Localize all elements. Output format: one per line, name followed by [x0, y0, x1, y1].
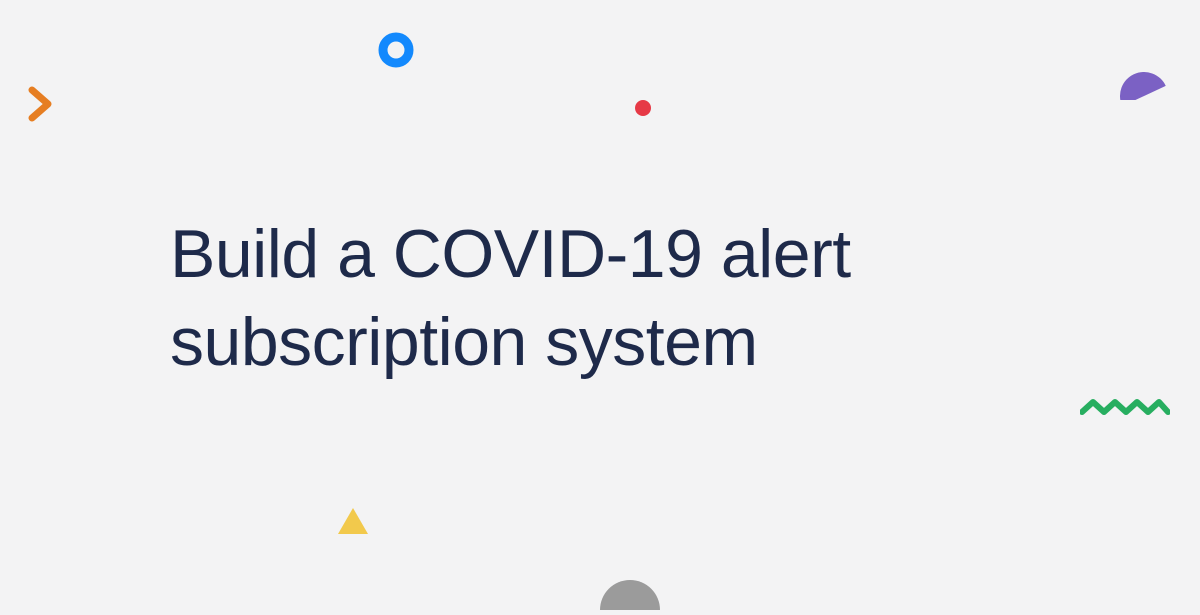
chevron-icon: [28, 86, 58, 127]
triangle-icon: [338, 508, 368, 534]
dot-icon: [635, 100, 651, 116]
page-title: Build a COVID-19 alertsubscription syste…: [170, 210, 851, 387]
zigzag-icon: [1080, 398, 1170, 423]
title-line-1: Build a COVID-19 alertsubscription syste…: [170, 216, 851, 380]
half-circle-gray-icon: [600, 580, 660, 615]
ring-icon: [376, 30, 416, 75]
half-circle-icon: [1120, 72, 1168, 105]
